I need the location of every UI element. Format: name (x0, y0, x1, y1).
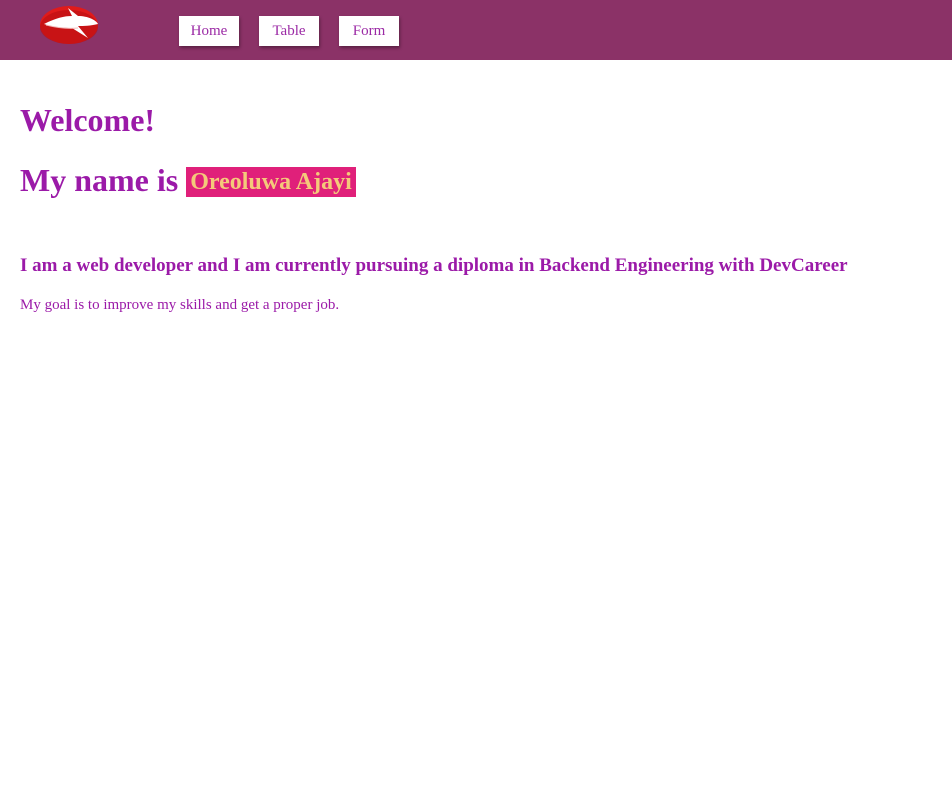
logo-icon[interactable] (38, 4, 102, 46)
nav-table-button[interactable]: Table (259, 16, 319, 46)
goal-text: My goal is to improve my skills and get … (20, 297, 340, 313)
welcome-heading: Welcome! (20, 102, 156, 138)
name-heading: My name is Oreoluwa Ajayi (20, 160, 356, 200)
intro-text: I am a web developer and I am currently … (20, 255, 848, 276)
nav-form-button[interactable]: Form (339, 16, 399, 46)
top-nav-bar: Home Table Form (0, 0, 952, 60)
name-prefix: My name is (20, 162, 179, 198)
name-highlight: Oreoluwa Ajayi (186, 167, 356, 197)
nav-home-button[interactable]: Home (179, 16, 239, 46)
